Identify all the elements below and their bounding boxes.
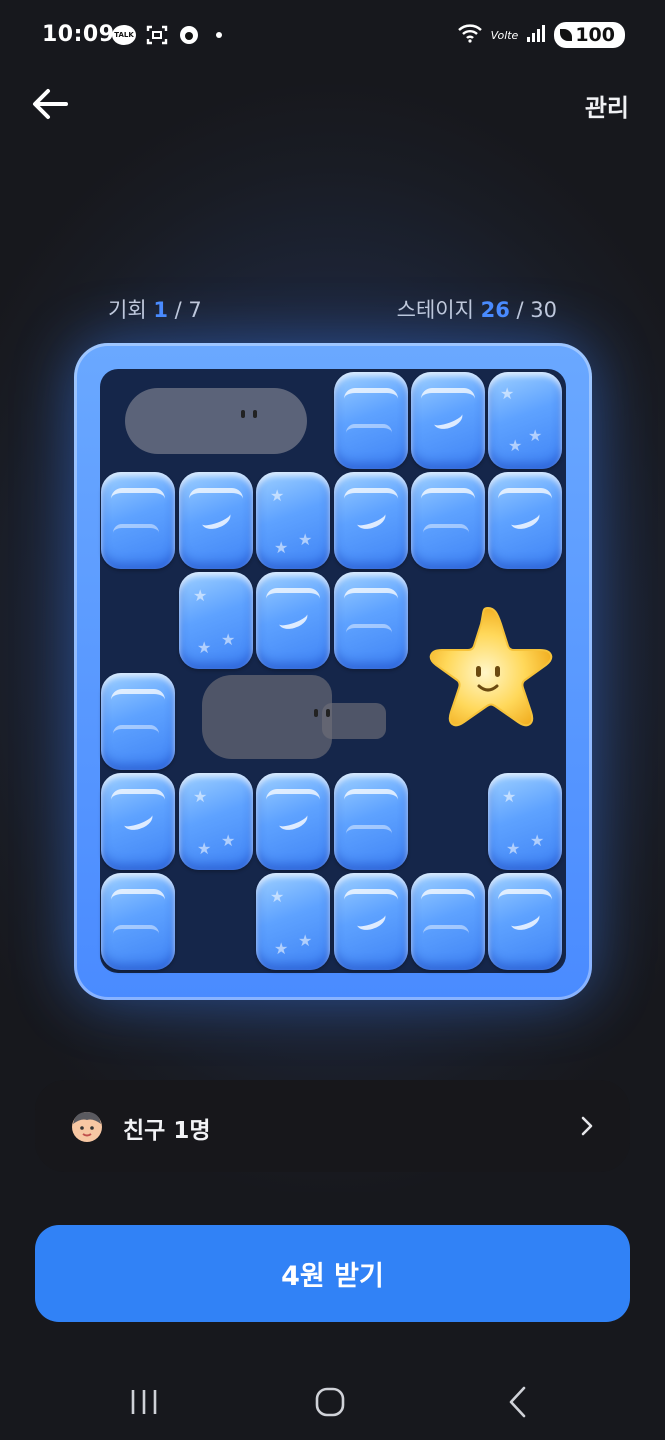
- ice-block[interactable]: ★ ★ ★: [256, 472, 330, 569]
- friend-count-label: 친구 1명: [123, 1118, 211, 1144]
- ice-block[interactable]: [488, 873, 562, 970]
- system-icons: Volte 100: [457, 22, 625, 48]
- ghost-eyes: [314, 709, 330, 717]
- recent-apps-icon[interactable]: [124, 1382, 164, 1422]
- battery-indicator: 100: [554, 22, 625, 48]
- claim-reward-button[interactable]: 4원 받기: [35, 1225, 630, 1322]
- back-arrow-icon[interactable]: [30, 84, 70, 124]
- ice-block[interactable]: [411, 873, 485, 970]
- manage-button[interactable]: 관리: [585, 88, 629, 123]
- ice-block[interactable]: ★ ★ ★: [488, 773, 562, 870]
- home-icon[interactable]: [310, 1382, 350, 1422]
- ice-block[interactable]: [411, 372, 485, 469]
- chance-counter: 기회 1 / 7: [108, 294, 202, 324]
- more-notifications-dot: [216, 32, 222, 38]
- stage-label: 스테이지: [396, 298, 474, 322]
- ice-block[interactable]: [334, 773, 408, 870]
- chance-current: 1: [153, 298, 168, 322]
- notification-icons: TALK: [112, 24, 222, 46]
- friend-avatar-icon: [69, 1108, 105, 1144]
- stage-counter: 스테이지 26 / 30: [397, 294, 557, 324]
- ice-block[interactable]: [101, 773, 175, 870]
- ice-block[interactable]: [179, 472, 253, 569]
- volte-indicator: Volte: [490, 28, 519, 42]
- ghost-bar-piece[interactable]: [125, 388, 307, 454]
- status-bar: 10:09 TALK Volte 100: [0, 0, 665, 72]
- battery-saver-icon: [560, 29, 573, 41]
- ice-block[interactable]: ★ ★ ★: [179, 773, 253, 870]
- screenshot-icon: [146, 24, 168, 46]
- ice-block[interactable]: [256, 572, 330, 669]
- chance-label: 기회: [108, 298, 147, 322]
- ice-block[interactable]: ★ ★ ★: [179, 572, 253, 669]
- ice-block[interactable]: [334, 873, 408, 970]
- chance-total: / 7: [174, 298, 202, 322]
- ice-block[interactable]: [101, 472, 175, 569]
- ghost-bottle-piece[interactable]: [202, 675, 386, 759]
- ice-block[interactable]: [256, 773, 330, 870]
- ice-block[interactable]: [411, 472, 485, 569]
- stage-current: 26: [480, 298, 510, 322]
- chevron-right-icon: [580, 1114, 594, 1138]
- system-nav-bar: [0, 1360, 665, 1440]
- ghost-eyes: [241, 410, 257, 418]
- battery-level: 100: [575, 24, 615, 46]
- clock: 10:09: [42, 22, 115, 47]
- ice-block[interactable]: [101, 873, 175, 970]
- ice-block[interactable]: ★ ★ ★: [488, 372, 562, 469]
- ice-block[interactable]: ★ ★ ★: [256, 873, 330, 970]
- ice-block[interactable]: [334, 572, 408, 669]
- signal-icon: [526, 24, 546, 46]
- stage-total: / 30: [516, 298, 557, 322]
- ice-block[interactable]: [101, 673, 175, 770]
- ice-block[interactable]: [334, 372, 408, 469]
- wifi-icon: [457, 23, 483, 47]
- friend-invite-row[interactable]: 친구 1명: [35, 1080, 630, 1172]
- kakaotalk-icon: TALK: [112, 25, 136, 45]
- ice-block[interactable]: [488, 472, 562, 569]
- app-a-icon: [178, 24, 200, 46]
- star-character-icon[interactable]: [418, 602, 558, 742]
- nav-back-icon[interactable]: [498, 1382, 538, 1422]
- ice-block[interactable]: [334, 472, 408, 569]
